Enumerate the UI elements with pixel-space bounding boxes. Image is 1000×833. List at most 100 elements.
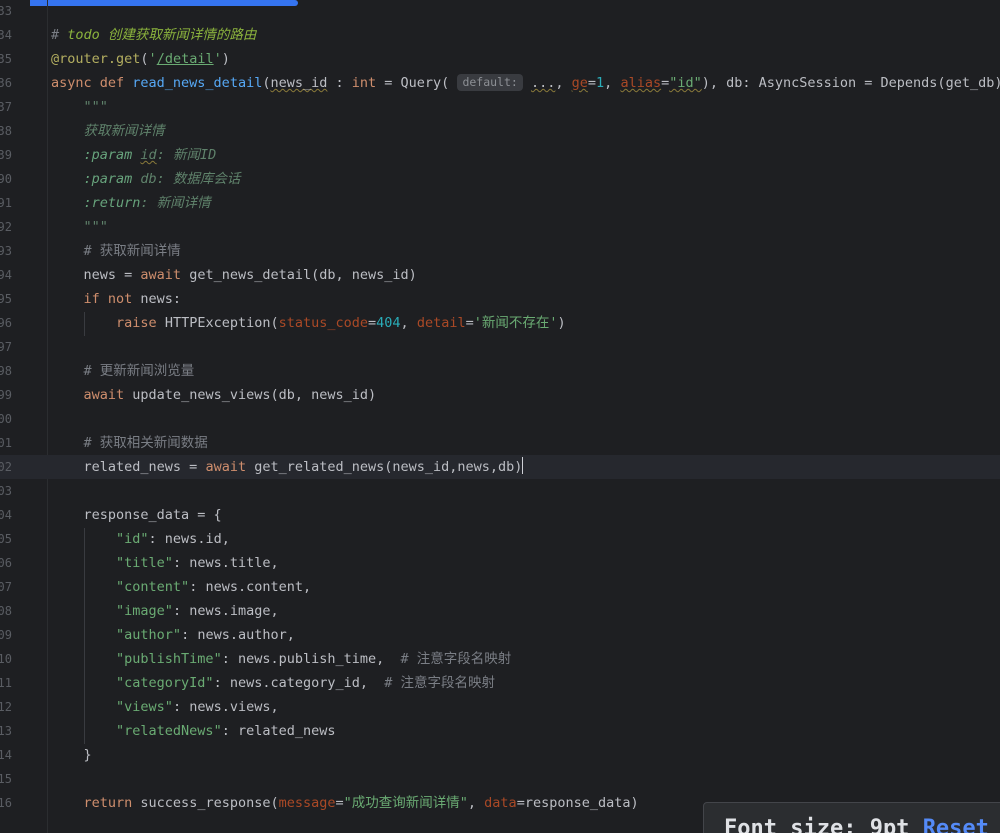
code-token: id <box>140 147 157 163</box>
code-text: "image": news.image, <box>51 599 279 623</box>
code-token: "id" <box>116 531 149 547</box>
code-token: : news.publish_time, <box>221 651 401 667</box>
code-line[interactable]: 97 <box>0 335 1000 359</box>
code-line[interactable]: 03 <box>0 479 1000 503</box>
line-number: 94 <box>0 268 12 282</box>
code-line[interactable]: 13 "relatedNews": related_news <box>0 719 1000 743</box>
code-line[interactable]: 99 await update_news_views(db, news_id) <box>0 383 1000 407</box>
code-token: news = <box>51 267 141 283</box>
code-line[interactable]: 37 """ <box>0 95 1000 119</box>
code-token: "categoryId" <box>116 675 214 691</box>
code-line[interactable]: 01 # 获取相关新闻数据 <box>0 431 1000 455</box>
code-line[interactable]: 95 if not news: <box>0 287 1000 311</box>
code-line[interactable]: 98 # 更新新闻浏览量 <box>0 359 1000 383</box>
code-text: "content": news.content, <box>51 575 311 599</box>
code-line[interactable]: 04 response_data = { <box>0 503 1000 527</box>
code-editor[interactable]: 33 34 # todo 创建获取新闻详情的路由 35 @router.get('/de… <box>0 0 1000 833</box>
code-token: news_id <box>270 75 328 91</box>
code-token: return <box>83 795 141 811</box>
code-token: message <box>278 795 336 811</box>
code-text: related_news = await get_related_news(ne… <box>51 455 524 479</box>
code-token: news: <box>140 291 182 307</box>
code-token: , <box>467 795 485 811</box>
code-token: = <box>335 795 344 811</box>
line-number: 95 <box>0 292 12 306</box>
code-text: :param db: 数据库会话 <box>51 167 241 191</box>
code-token: "id" <box>669 75 702 91</box>
code-token: 404 <box>376 315 401 331</box>
reset-link[interactable]: Reset <box>923 816 989 833</box>
code-line[interactable]: 34 # todo 创建获取新闻详情的路由 <box>0 23 1000 47</box>
text-caret <box>522 457 524 474</box>
code-line[interactable]: 11 "categoryId": news.category_id, # 注意字… <box>0 671 1000 695</box>
line-number: 39 <box>0 148 12 162</box>
code-token: ' <box>148 51 157 67</box>
code-line[interactable]: 06 "title": news.title, <box>0 551 1000 575</box>
line-number: 90 <box>0 172 12 186</box>
code-line[interactable]: 90 :param db: 数据库会话 <box>0 167 1000 191</box>
code-line[interactable]: 36 async def read_news_detail(news_id : i… <box>0 71 1000 95</box>
code-token: = <box>661 75 670 91</box>
code-line[interactable]: 12 "views": news.views, <box>0 695 1000 719</box>
line-number: 08 <box>0 604 12 618</box>
code-line[interactable]: 93 # 获取新闻详情 <box>0 239 1000 263</box>
code-token: =response_data) <box>516 795 639 811</box>
line-number: 33 <box>0 4 12 18</box>
code-line[interactable]: 08 "image": news.image, <box>0 599 1000 623</box>
line-number: 03 <box>0 484 12 498</box>
code-token: success_response( <box>140 795 279 811</box>
code-line[interactable]: 10 "publishTime": news.publish_time, # 注… <box>0 647 1000 671</box>
code-line[interactable]: 00 <box>0 407 1000 431</box>
code-token: :return <box>83 195 141 211</box>
code-token: "relatedNews" <box>116 723 222 739</box>
code-token: ) <box>557 315 566 331</box>
code-text: return success_response(message="成功查询新闻详… <box>51 791 639 815</box>
line-number: 14 <box>0 748 12 762</box>
code-line[interactable]: 92 """ <box>0 215 1000 239</box>
code-token: @router.get <box>51 51 141 67</box>
code-line[interactable]: 38 获取新闻详情 <box>0 119 1000 143</box>
code-token: if not <box>83 291 141 307</box>
code-token: db: 数据库会话 <box>140 171 241 187</box>
line-number: 12 <box>0 700 12 714</box>
code-line[interactable]: 96 raise HTTPException(status_code=404, … <box>0 311 1000 335</box>
line-number: 99 <box>0 388 12 402</box>
code-line[interactable]: 94 news = await get_news_detail(db, news… <box>0 263 1000 287</box>
code-line[interactable]: 15 <box>0 767 1000 791</box>
code-line[interactable]: 35 @router.get('/detail') <box>0 47 1000 71</box>
code-text: "relatedNews": related_news <box>51 719 335 743</box>
code-token: read_news_detail <box>132 75 263 91</box>
code-line[interactable]: 14 } <box>0 743 1000 767</box>
code-token: status_code <box>278 315 369 331</box>
code-token: HTTPException( <box>164 315 279 331</box>
code-token: "views" <box>116 699 173 715</box>
code-token: """ <box>83 99 108 115</box>
code-line[interactable]: 05 "id": news.id, <box>0 527 1000 551</box>
code-line[interactable]: 39 :param id: 新闻ID <box>0 143 1000 167</box>
code-line[interactable]: 07 "content": news.content, <box>0 575 1000 599</box>
indent-guide <box>84 528 85 744</box>
code-line[interactable]: 91 :return: 新闻详情 <box>0 191 1000 215</box>
code-text: } <box>51 743 92 767</box>
code-token: "成功查询新闻详情" <box>343 795 468 811</box>
code-token: '新闻不存在' <box>473 315 558 331</box>
code-line[interactable]: 02 related_news = await get_related_news… <box>0 455 1000 479</box>
code-line[interactable]: 33 <box>0 0 1000 23</box>
code-text: "author": news.author, <box>51 623 295 647</box>
code-line[interactable]: 09 "author": news.author, <box>0 623 1000 647</box>
line-number: 97 <box>0 340 12 354</box>
code-token: await <box>140 267 190 283</box>
code-token: await <box>205 459 255 475</box>
line-number: 34 <box>0 28 12 42</box>
code-token: "image" <box>116 603 173 619</box>
code-text: # todo 创建获取新闻详情的路由 <box>51 23 256 47</box>
code-token: int <box>351 75 377 91</box>
